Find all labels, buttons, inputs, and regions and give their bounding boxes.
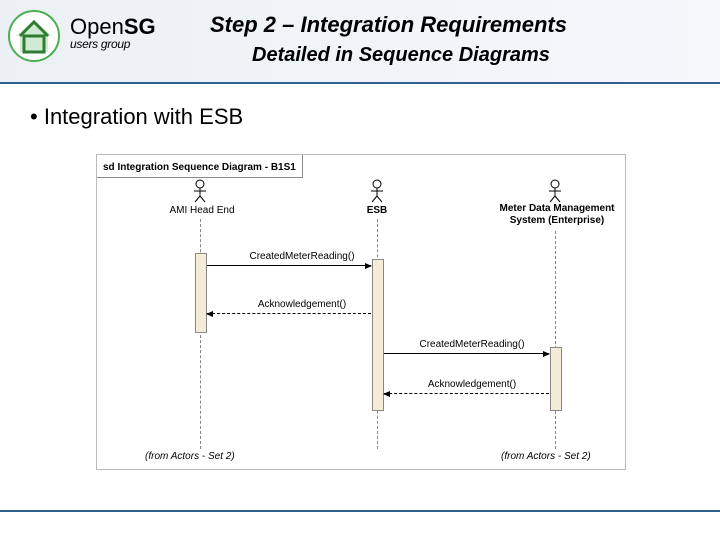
msg4-arrow — [384, 393, 549, 394]
activation-a — [195, 253, 207, 333]
frame-tab: sd Integration Sequence Diagram - B1S1 — [97, 155, 303, 178]
frame-label: sd Integration Sequence Diagram - B1S1 — [103, 162, 296, 173]
actor-a-label: AMI Head End — [157, 205, 247, 216]
slide-subtitle: Detailed in Sequence Diagrams — [252, 44, 550, 67]
msg3-arrow — [384, 353, 549, 354]
slide-header: OpenSG users group Step 2 – Integration … — [0, 0, 720, 84]
stickman-icon — [192, 179, 208, 203]
brand-logo — [8, 10, 60, 67]
stickman-icon — [547, 179, 563, 203]
activation-c — [550, 347, 562, 411]
bullet-1: Integration with ESB — [30, 104, 243, 130]
msg3-label: CreatedMeterReading() — [407, 339, 537, 350]
brand-open: Open — [70, 14, 124, 39]
actor-b-label: ESB — [352, 205, 402, 216]
msg2-arrow — [207, 313, 371, 314]
msg4-label: Acknowledgement() — [407, 379, 537, 390]
brand-sg: SG — [124, 14, 156, 39]
actor-b-icon — [369, 179, 385, 208]
msg1-arrow — [207, 265, 371, 266]
brand-text: OpenSG users group — [70, 14, 156, 51]
actor-a-icon — [192, 179, 208, 208]
header-rule — [0, 82, 720, 84]
footer-rule — [0, 510, 720, 512]
msg2-label: Acknowledgement() — [237, 299, 367, 310]
slide: OpenSG users group Step 2 – Integration … — [0, 0, 720, 540]
stickman-icon — [369, 179, 385, 203]
actor-c-label-2: System (Enterprise) — [487, 215, 627, 226]
sequence-diagram: sd Integration Sequence Diagram - B1S1 A… — [96, 154, 626, 470]
footer-right: (from Actors - Set 2) — [501, 451, 591, 462]
lifeline-c — [555, 231, 556, 449]
activation-b — [372, 259, 384, 411]
brand-subtitle: users group — [70, 37, 156, 51]
house-icon — [8, 10, 60, 62]
footer-left: (from Actors - Set 2) — [145, 451, 235, 462]
msg1-label: CreatedMeterReading() — [237, 251, 367, 262]
actor-c-label-1: Meter Data Management — [487, 203, 627, 214]
slide-title: Step 2 – Integration Requirements — [210, 12, 567, 38]
body-bullets: Integration with ESB — [30, 104, 243, 130]
